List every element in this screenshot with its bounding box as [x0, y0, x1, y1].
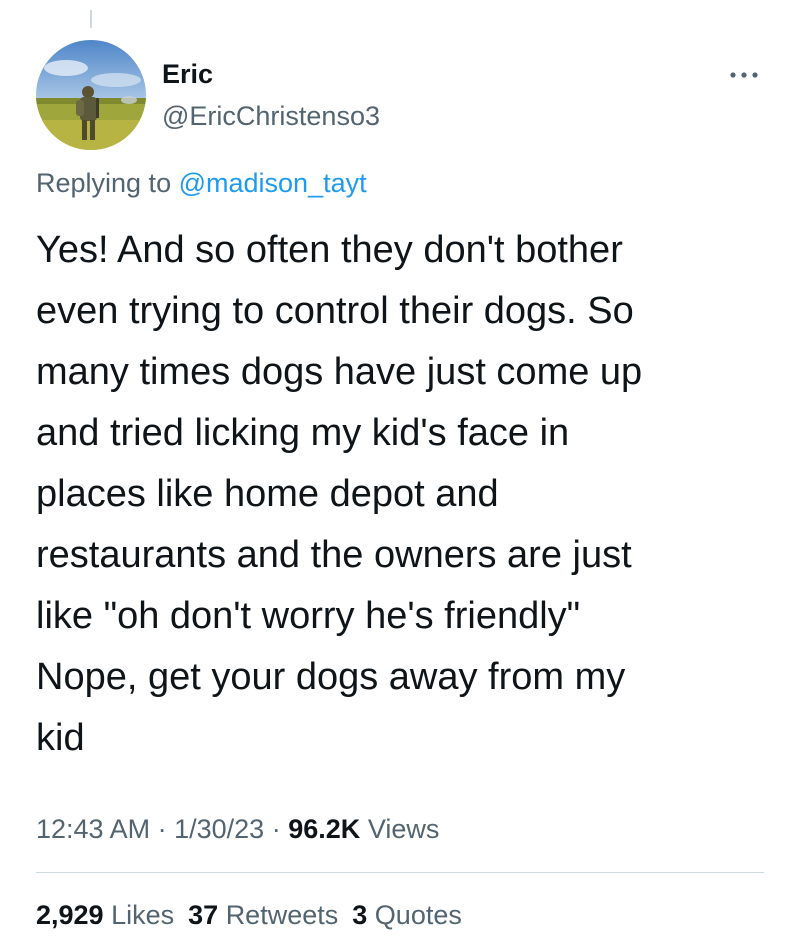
thread-connector-line — [90, 10, 92, 28]
views-count: 96.2K — [288, 814, 361, 844]
meta-separator: · — [157, 814, 167, 844]
tweet-meta: 12:43 AM · 1/30/23 · 96.2K Views — [36, 812, 439, 846]
meta-separator: · — [271, 814, 281, 844]
retweets-count: 37 — [188, 900, 219, 930]
replying-to-line: Replying to @madison_tayt — [36, 166, 367, 200]
likes-stat[interactable]: 2,929 Likes — [36, 898, 174, 932]
more-options-button[interactable] — [724, 60, 764, 90]
likes-label: Likes — [111, 900, 175, 930]
tweet-time[interactable]: 12:43 AM — [36, 814, 150, 844]
tweet-text: Yes! And so often they don't bother even… — [36, 229, 643, 759]
tweet-date[interactable]: 1/30/23 — [174, 814, 264, 844]
quotes-count: 3 — [352, 900, 368, 930]
replying-to-mention[interactable]: @madison_tayt — [179, 168, 367, 198]
engagement-stats: 2,929 Likes 37 Retweets 3 Quotes — [36, 898, 462, 932]
divider — [36, 872, 764, 873]
avatar[interactable] — [36, 40, 146, 150]
author-display-name[interactable]: Eric — [162, 57, 213, 91]
more-horizontal-icon — [730, 72, 758, 78]
quotes-label: Quotes — [374, 900, 462, 930]
avatar-image — [36, 40, 146, 150]
retweets-label: Retweets — [225, 900, 339, 930]
likes-count: 2,929 — [36, 900, 104, 930]
quotes-stat[interactable]: 3 Quotes — [352, 898, 462, 932]
retweets-stat[interactable]: 37 Retweets — [188, 898, 338, 932]
views-label: Views — [367, 814, 440, 844]
author-handle[interactable]: @EricChristenso3 — [162, 99, 380, 133]
replying-prefix: Replying to — [36, 168, 172, 198]
